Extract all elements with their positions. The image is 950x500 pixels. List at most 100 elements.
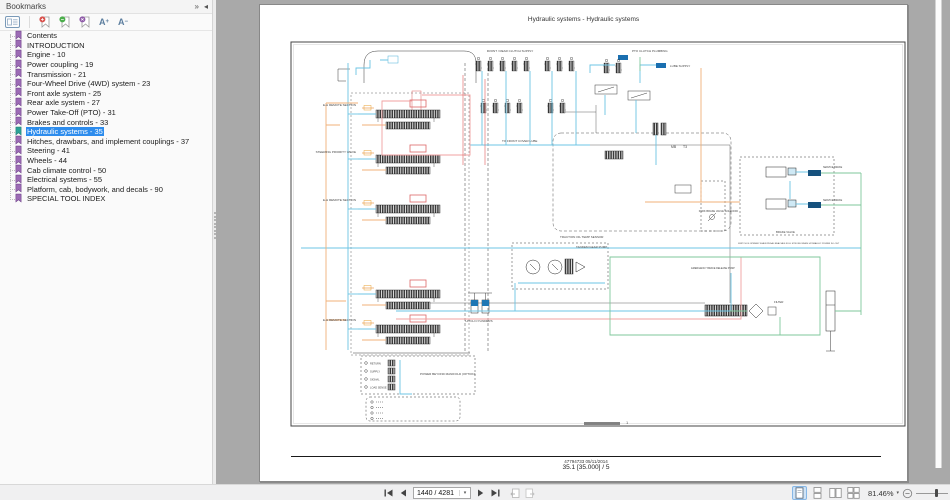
bookmark-red-icon[interactable] — [39, 16, 50, 28]
bookmark-item[interactable]: Hydraulic systems - 35 — [0, 127, 212, 137]
bookmark-item[interactable]: Rear axle system - 27 — [0, 98, 212, 108]
continuous-facing-icon[interactable] — [846, 486, 861, 500]
bookmark-item[interactable]: Engine - 10 — [0, 50, 212, 60]
diagram-label: TO FRONT COVER LUBE — [502, 139, 537, 143]
zoom-out-icon[interactable] — [902, 487, 913, 499]
view-controls: 81.46% ▾ — [792, 485, 948, 500]
bookmark-item[interactable]: Four-Wheel Drive (4WD) system - 23 — [0, 79, 212, 89]
hydraulic-schematic-diagram: FRONT / REAR CLUTCH SUPPLY PTO CLUTCH PL… — [260, 5, 909, 483]
page-dropdown-caret-icon[interactable]: ▾ — [459, 490, 470, 496]
page-number-input[interactable] — [414, 490, 459, 497]
diagram-label: RETURN — [370, 362, 381, 366]
diagram-label: FILTER — [774, 300, 783, 304]
diagram-label: TRACTION OIL TEMP SENSOR — [560, 235, 604, 239]
bookmarks-toolbar: A+ A− — [0, 14, 212, 31]
bookmark-item[interactable]: Electrical systems - 55 — [0, 175, 212, 185]
bookmark-label: Power coupling - 19 — [26, 60, 94, 69]
previous-view-icon[interactable] — [510, 487, 521, 499]
bookmark-item[interactable]: Power coupling - 19 — [0, 60, 212, 70]
footer-page-number: 35.1 [35.000] / 5 — [291, 464, 881, 471]
bookmark-label: INTRODUCTION — [26, 41, 86, 50]
diagram-label: E-H REMOTE SECTION — [323, 198, 356, 202]
bookmark-label: Hydraulic systems - 35 — [26, 127, 104, 136]
bookmark-label: Hitches, drawbars, and implement couplin… — [26, 137, 190, 146]
facing-pages-icon[interactable] — [828, 486, 843, 500]
bookmark-item[interactable]: Brakes and controls - 33 — [0, 117, 212, 127]
diagram-label: FRONT / REAR CLUTCH SUPPLY — [487, 49, 534, 53]
diagram-label: LUBE SUPPLY — [670, 64, 690, 68]
bookmark-label: Contents — [26, 31, 58, 40]
diagram-label: PARK BRAKE VALVE SOLENOID — [699, 209, 738, 213]
diagram-label: SWITCH IS OPENED WHEN PEDAL REACHES FULL… — [738, 242, 840, 245]
diagram-label: SIGNAL — [370, 378, 380, 382]
bookmarks-panel-header: Bookmarks » ◂ — [0, 0, 212, 14]
diagram-label: TANDEM GEAR PUMP — [576, 245, 607, 249]
diagram-label: MB — [671, 145, 677, 149]
bookmark-item[interactable]: Power Take-Off (PTO) - 31 — [0, 108, 212, 118]
vertical-scrollbar[interactable] — [935, 0, 942, 468]
bookmark-purple-icon[interactable] — [79, 16, 90, 28]
diagram-label: E-H REMOTE SECTION — [323, 318, 356, 322]
diagram-label: EMERGENCY BRAKE RELEASE PUMP — [691, 267, 735, 270]
bookmarks-panel: Bookmarks » ◂ — [0, 0, 213, 484]
zoom-slider[interactable] — [916, 488, 948, 498]
zoom-dropdown-caret-icon[interactable]: ▾ — [896, 490, 899, 496]
bookmark-item[interactable]: Steering - 41 — [0, 146, 212, 156]
bookmark-label: Power Take-Off (PTO) - 31 — [26, 108, 117, 117]
single-page-icon[interactable] — [792, 486, 807, 500]
diagram-label: SERVICE BRAKE — [823, 199, 843, 202]
bookmark-item[interactable]: INTRODUCTION — [0, 41, 212, 51]
bookmark-label: Four-Wheel Drive (4WD) system - 23 — [26, 79, 151, 88]
diagram-label: PTO CLUTCH PLUMBING — [632, 49, 668, 53]
bookmark-item[interactable]: Wheels - 44 — [0, 156, 212, 166]
text-decrease-icon[interactable]: A− — [118, 17, 128, 27]
bookmark-item[interactable]: Hitches, drawbars, and implement couplin… — [0, 137, 212, 147]
page-navigation: ▾ — [383, 485, 535, 500]
bookmarks-panel-title: Bookmarks — [6, 2, 46, 11]
bookmark-green-icon[interactable] — [59, 16, 70, 28]
bookmark-ribbon-icon — [15, 190, 22, 208]
continuous-page-icon[interactable] — [810, 486, 825, 500]
first-page-icon[interactable] — [383, 487, 394, 499]
bookmark-item[interactable]: Cab climate control - 50 — [0, 165, 212, 175]
diagram-label: T3 — [683, 145, 687, 149]
diagram-label: E-H REMOTE SECTION — [323, 103, 356, 107]
bookmark-label: Steering - 41 — [26, 146, 71, 155]
diagram-label: BRAKE VALVE — [776, 230, 795, 234]
text-increase-icon[interactable]: A+ — [99, 17, 109, 27]
diagram-label: SERVICE BRAKE — [823, 166, 843, 169]
bookmark-label: Electrical systems - 55 — [26, 175, 103, 184]
collapse-panel-icon[interactable]: ◂ — [204, 1, 208, 13]
zoom-percentage[interactable]: 81.46% — [868, 489, 893, 498]
bookmark-item[interactable]: SPECIAL TOOL INDEX — [0, 194, 212, 204]
diagram-label: HITCH CYLINDERS — [465, 319, 492, 323]
bookmark-label: Platform, cab, bodywork, and decals - 90 — [26, 185, 164, 194]
bookmark-item[interactable]: Contents — [0, 31, 212, 41]
pdf-page: Hydraulic systems - Hydraulic systems — [259, 4, 908, 482]
bookmark-label: Wheels - 44 — [26, 156, 68, 165]
bookmark-label: Front axle system - 25 — [26, 89, 102, 98]
toolbar-separator — [29, 16, 30, 28]
last-page-icon[interactable] — [490, 487, 501, 499]
status-bar: ▾ — [0, 484, 950, 500]
next-page-icon[interactable] — [475, 487, 486, 499]
footer-reference: 47794733 05/11/2014 — [291, 459, 881, 464]
dock-panel-icon[interactable]: » — [195, 1, 199, 13]
bookmark-label: Rear axle system - 27 — [26, 98, 101, 107]
bookmark-label: Transmission - 21 — [26, 70, 87, 79]
next-view-icon[interactable] — [524, 487, 535, 499]
document-view: Hydraulic systems - Hydraulic systems — [216, 0, 950, 484]
pdf-reader-window: Bookmarks » ◂ — [0, 0, 950, 500]
bookmark-item[interactable]: Transmission - 21 — [0, 69, 212, 79]
bookmark-item[interactable]: Front axle system - 25 — [0, 89, 212, 99]
zoom-slider-thumb[interactable] — [935, 489, 938, 497]
bookmark-label: SPECIAL TOOL INDEX — [26, 194, 106, 203]
footer-rule — [291, 456, 881, 457]
previous-page-icon[interactable] — [398, 487, 409, 499]
diagram-label: POWER BEYOND MANIFOLD (OPTION) — [420, 372, 476, 376]
diagram-label: LOAD SENSE — [370, 386, 387, 390]
page-number-field: ▾ — [413, 487, 471, 499]
bookmark-label: Engine - 10 — [26, 50, 66, 59]
figure-ref-smudge — [584, 422, 620, 425]
bookmark-item[interactable]: Platform, cab, bodywork, and decals - 90 — [0, 185, 212, 195]
